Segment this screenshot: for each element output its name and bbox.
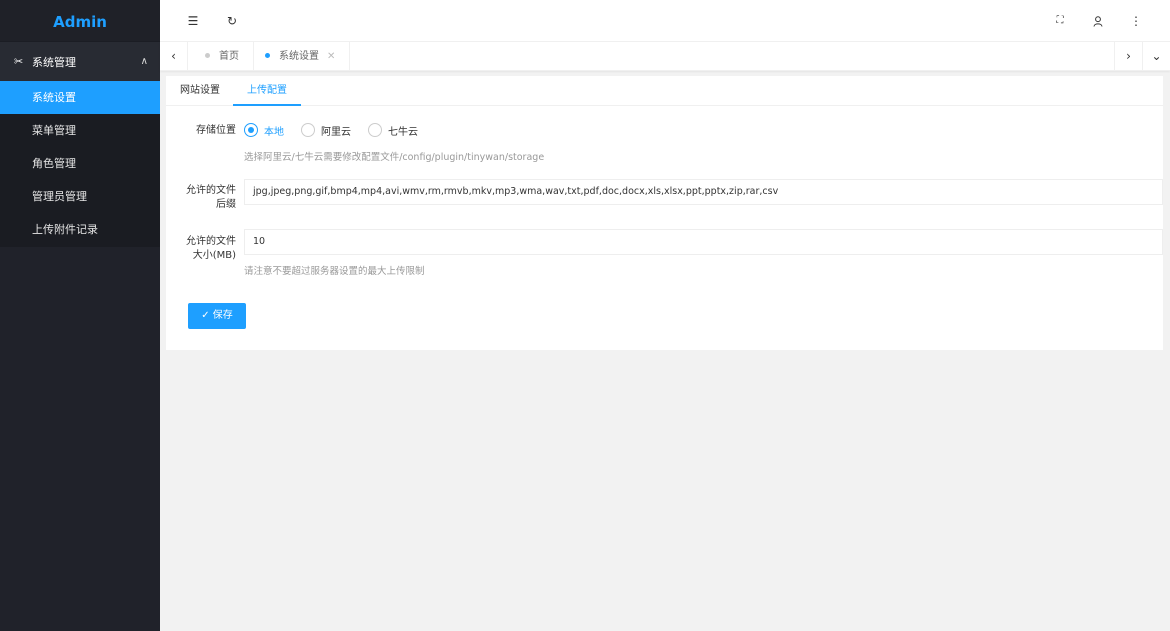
storage-hint: 选择阿里云/七牛云需要修改配置文件/config/plugin/tinywan/… [244, 152, 545, 163]
menu-collapse-icon[interactable]: ☰ [181, 0, 205, 42]
max-size-label: 允许的文件 大小(MB) [166, 235, 236, 263]
tab-website-settings[interactable]: 网站设置 [180, 76, 220, 106]
more-vertical-icon[interactable]: ⋮ [1124, 0, 1148, 42]
max-size-hint: 请注意不要超过服务器设置的最大上传限制 [244, 266, 425, 277]
radio-label: 七牛云 [388, 126, 418, 138]
top-header: ☰ ↻ ⛶ ⋮ [160, 0, 1170, 42]
tab-label: 系统设置 [279, 51, 319, 62]
close-icon[interactable]: ✕ [327, 51, 335, 62]
radio-storage-local[interactable]: 本地 [244, 122, 284, 138]
radio-circle [368, 123, 382, 137]
sidebar-submenu: 系统设置 菜单管理 角色管理 管理员管理 上传附件记录 [0, 81, 160, 247]
radio-circle [301, 123, 315, 137]
sidebar: Admin ✂ 系统管理 ∧ 系统设置 菜单管理 角色管理 管理员管理 上传附件… [0, 0, 160, 631]
tabs-scroll-right-icon[interactable]: › [1114, 42, 1142, 71]
save-button[interactable]: ✓ 保存 [188, 303, 246, 329]
radio-label: 本地 [264, 126, 284, 138]
upload-settings-card: 网站设置 上传配置 存储位置 本地 阿里云 七牛云 选择阿里云/七牛云需要修改配… [166, 76, 1163, 350]
sidebar-item-admin-management[interactable]: 管理员管理 [0, 180, 160, 213]
radio-storage-aliyun[interactable]: 阿里云 [301, 122, 351, 138]
tab-label: 首页 [219, 51, 239, 62]
radio-storage-qiniu[interactable]: 七牛云 [368, 122, 418, 138]
max-size-label-line2: 大小(MB) [192, 250, 236, 261]
extensions-input[interactable]: jpg,jpeg,png,gif,bmp4,mp4,avi,wmv,rm,rmv… [244, 179, 1163, 205]
chevron-down-icon[interactable]: ⌄ [1142, 42, 1170, 71]
extensions-label-line2: 后缀 [216, 199, 236, 210]
radio-label: 阿里云 [321, 126, 351, 138]
extensions-label-line1: 允许的文件 [186, 185, 236, 196]
chevron-up-icon: ∧ [140, 56, 148, 67]
sidebar-group-label: 系统管理 [32, 55, 76, 69]
radio-circle [244, 123, 258, 137]
tab-dot-icon [265, 52, 270, 58]
fullscreen-icon[interactable]: ⛶ [1048, 0, 1072, 42]
tab-system-settings[interactable]: 系统设置 ✕ [249, 42, 351, 71]
refresh-icon[interactable]: ↻ [220, 0, 244, 42]
sidebar-item-menu-management[interactable]: 菜单管理 [0, 114, 160, 147]
tools-icon: ✂ [14, 55, 24, 68]
user-icon[interactable] [1086, 0, 1110, 42]
max-size-input[interactable]: 10 [244, 229, 1163, 255]
tab-upload-config[interactable]: 上传配置 [233, 76, 301, 106]
max-size-label-line1: 允许的文件 [186, 236, 236, 247]
extensions-label: 允许的文件 后缀 [166, 184, 236, 212]
tab-dot-icon [205, 52, 210, 58]
tab-home[interactable]: 首页 [189, 42, 254, 71]
tabs-scroll-left-icon[interactable]: ‹ [160, 42, 188, 71]
storage-label: 存储位置 [196, 125, 236, 136]
sidebar-item-role-management[interactable]: 角色管理 [0, 147, 160, 180]
check-icon: ✓ [201, 310, 210, 321]
sidebar-item-upload-records[interactable]: 上传附件记录 [0, 213, 160, 247]
save-button-label: 保存 [212, 310, 233, 321]
sidebar-group-system[interactable]: ✂ 系统管理 ∧ [0, 42, 160, 81]
settings-tabs: 网站设置 上传配置 [166, 76, 1163, 106]
page-tabs-bar: ‹ 首页 系统设置 ✕ › ⌄ [160, 42, 1170, 71]
sidebar-item-system-settings[interactable]: 系统设置 [0, 81, 160, 114]
app-logo[interactable]: Admin [0, 0, 160, 42]
